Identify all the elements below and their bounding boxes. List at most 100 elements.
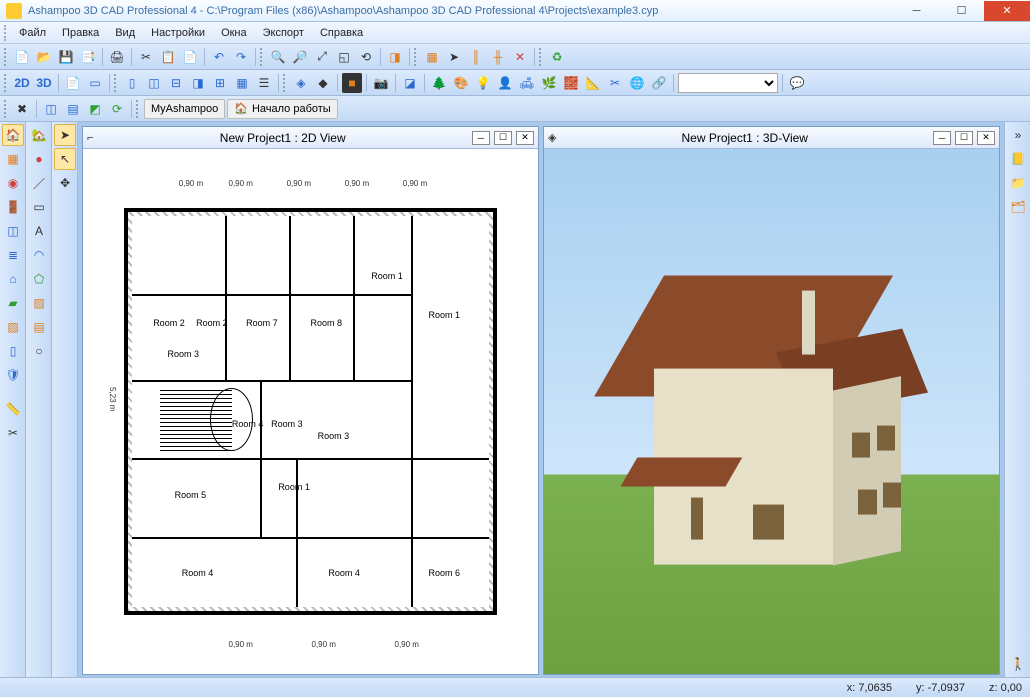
undo-icon[interactable]: ↶ — [209, 47, 229, 67]
layer-combo[interactable] — [678, 73, 778, 93]
paste-icon[interactable]: 📄 — [180, 47, 200, 67]
texture-icon[interactable]: 🧱 — [561, 73, 581, 93]
zoom-out-icon[interactable]: 🔎 — [290, 47, 310, 67]
page-icon[interactable]: 📄 — [63, 73, 83, 93]
camera-icon[interactable]: 📷 — [371, 73, 391, 93]
fill-tool-icon[interactable]: ▨ — [28, 292, 50, 314]
select-tool-icon[interactable]: ➤ — [54, 124, 76, 146]
pointer-tool-icon[interactable]: ↖ — [54, 148, 76, 170]
pane-min-icon[interactable]: ─ — [933, 131, 951, 145]
column-tool-icon[interactable]: ▯ — [2, 340, 24, 362]
light-icon[interactable]: 💡 — [473, 73, 493, 93]
window-single-icon[interactable]: ▭ — [85, 73, 105, 93]
material-icon[interactable]: 🎨 — [451, 73, 471, 93]
print-icon[interactable]: 🖨 — [107, 47, 127, 67]
layer-1-icon[interactable]: ◪ — [400, 73, 420, 93]
save-all-icon[interactable]: 📑 — [78, 47, 98, 67]
door-tool-icon[interactable]: 🚪 — [2, 196, 24, 218]
render-icon[interactable]: ■ — [342, 73, 362, 93]
shaded-icon[interactable]: ◆ — [313, 73, 333, 93]
link-icon[interactable]: 🔗 — [649, 73, 669, 93]
rect-tool-icon[interactable]: ▭ — [28, 196, 50, 218]
wireframe-icon[interactable]: ◈ — [291, 73, 311, 93]
circle-tool-icon[interactable]: ○ — [28, 340, 50, 362]
wall-tool-icon[interactable]: 🏠 — [2, 124, 24, 146]
myashampoo-button[interactable]: MyAshampoo — [144, 99, 225, 119]
layout-2v-icon[interactable]: ◫ — [144, 73, 164, 93]
close-button[interactable]: ✕ — [984, 1, 1030, 21]
snap-icon[interactable]: ✕ — [510, 47, 530, 67]
pane-2d-body[interactable]: Room 2 Room 2 Room 3 Room 7 Room 8 Room … — [83, 149, 538, 674]
stairs-tool-icon[interactable]: ≣ — [2, 244, 24, 266]
red-tool-icon[interactable]: ◉ — [2, 172, 24, 194]
refresh-icon[interactable]: ⟳ — [107, 99, 127, 119]
menu-windows[interactable]: Окна — [214, 25, 254, 41]
help-icon[interactable]: 💬 — [787, 73, 807, 93]
layout-2h-icon[interactable]: ⊟ — [166, 73, 186, 93]
material-tool-icon[interactable]: ▧ — [2, 316, 24, 338]
pane-max-icon[interactable]: ☐ — [955, 131, 973, 145]
menu-settings[interactable]: Настройки — [144, 25, 212, 41]
menu-file[interactable]: Файл — [12, 25, 53, 41]
point-tool-icon[interactable]: ● — [28, 148, 50, 170]
menu-edit[interactable]: Правка — [55, 25, 106, 41]
hatch-tool-icon[interactable]: ▤ — [28, 316, 50, 338]
guides-icon[interactable]: ╫ — [488, 47, 508, 67]
move-tool-icon[interactable]: ✥ — [54, 172, 76, 194]
edit-pane-icon[interactable]: ◫ — [41, 99, 61, 119]
catalog-icon[interactable]: 📒 — [1007, 148, 1029, 170]
tools-icon[interactable]: ✖ — [12, 99, 32, 119]
person-icon[interactable]: 👤 — [495, 73, 515, 93]
redo-icon[interactable]: ↷ — [231, 47, 251, 67]
pane-3d-body[interactable] — [544, 149, 999, 674]
layout-4-icon[interactable]: ⊞ — [210, 73, 230, 93]
plant-icon[interactable]: 🌿 — [539, 73, 559, 93]
layout-1-icon[interactable]: ▯ — [122, 73, 142, 93]
new-file-icon[interactable]: 📄 — [12, 47, 32, 67]
menu-export[interactable]: Экспорт — [256, 25, 311, 41]
save-icon[interactable]: 💾 — [56, 47, 76, 67]
getstarted-button[interactable]: 🏠 Начало работы — [227, 99, 337, 119]
terrain-tool-icon[interactable]: ▰ — [2, 292, 24, 314]
menu-view[interactable]: Вид — [108, 25, 142, 41]
zoom-window-icon[interactable]: ◱ — [334, 47, 354, 67]
text-tool-icon[interactable]: A — [28, 220, 50, 242]
pane-close-icon[interactable]: ✕ — [977, 131, 995, 145]
cut-icon[interactable]: ✂ — [136, 47, 156, 67]
rulers-icon[interactable]: ║ — [466, 47, 486, 67]
pane-min-icon[interactable]: ─ — [472, 131, 490, 145]
cursor-icon[interactable]: ➤ — [444, 47, 464, 67]
window-tool-icon[interactable]: ◫ — [2, 220, 24, 242]
dimension-tool-icon[interactable]: 📏 — [2, 398, 24, 420]
tree-icon[interactable]: 🌲 — [429, 73, 449, 93]
arc-tool-icon[interactable]: ◠ — [28, 244, 50, 266]
roof-tool-icon[interactable]: ⌂ — [2, 268, 24, 290]
person-panel-icon[interactable]: 🚶 — [1007, 653, 1029, 675]
minimize-button[interactable]: ─ — [894, 1, 939, 21]
copy-icon[interactable]: 📋 — [158, 47, 178, 67]
layout-6-icon[interactable]: ▦ — [232, 73, 252, 93]
view-3d-button[interactable]: 3D — [34, 73, 54, 93]
shield-tool-icon[interactable]: 🛡 — [2, 364, 24, 386]
open-file-icon[interactable]: 📂 — [34, 47, 54, 67]
terrain-icon[interactable]: ♻ — [547, 47, 567, 67]
layout-stack-icon[interactable]: ☰ — [254, 73, 274, 93]
library-icon[interactable]: 📁 — [1007, 172, 1029, 194]
tile-icon[interactable]: ▤ — [63, 99, 83, 119]
furniture-icon[interactable]: 🛋 — [517, 73, 537, 93]
pane-close-icon[interactable]: ✕ — [516, 131, 534, 145]
layout-3-icon[interactable]: ◨ — [188, 73, 208, 93]
measure-icon[interactable]: 📐 — [583, 73, 603, 93]
zoom-prev-icon[interactable]: ⟲ — [356, 47, 376, 67]
view-2d-button[interactable]: 2D — [12, 73, 32, 93]
pane-max-icon[interactable]: ☐ — [494, 131, 512, 145]
view-3d-icon[interactable]: ◨ — [385, 47, 405, 67]
zoom-in-icon[interactable]: 🔍 — [268, 47, 288, 67]
house-tool-icon[interactable]: 🏡 — [28, 124, 50, 146]
panel-toggle-icon[interactable]: » — [1007, 124, 1029, 146]
grid-icon[interactable]: ▦ — [422, 47, 442, 67]
polygon-tool-icon[interactable]: ⬠ — [28, 268, 50, 290]
menu-help[interactable]: Справка — [313, 25, 370, 41]
zoom-fit-icon[interactable]: ⤢ — [312, 47, 332, 67]
check-pane-icon[interactable]: ◩ — [85, 99, 105, 119]
